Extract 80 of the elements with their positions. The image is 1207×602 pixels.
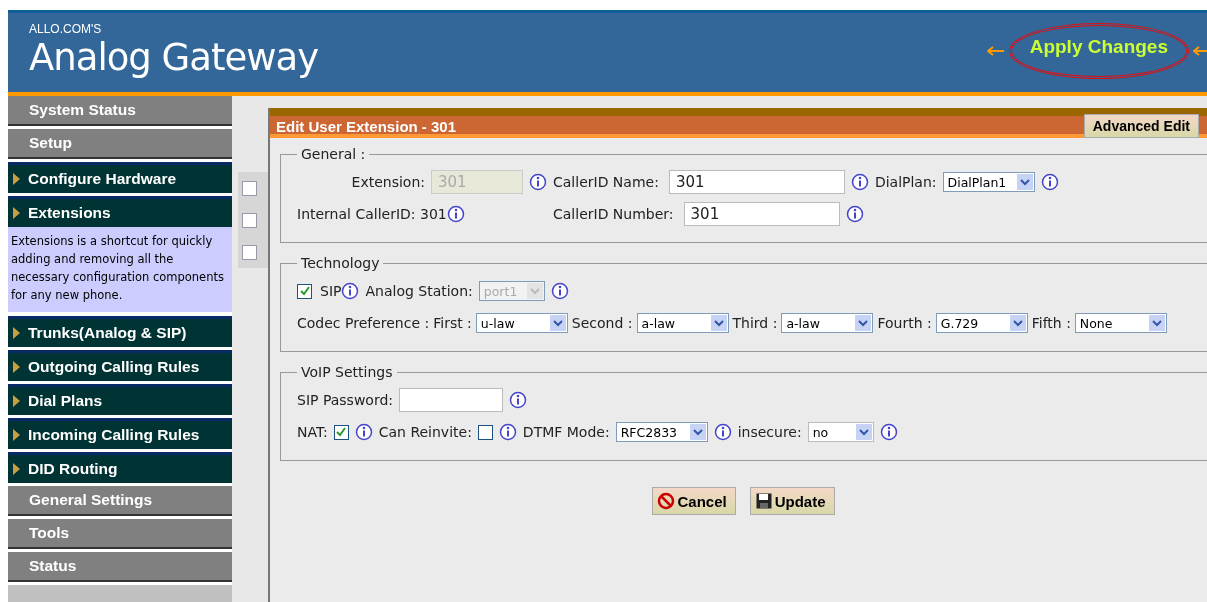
- info-icon[interactable]: [879, 423, 898, 441]
- sidebar-item[interactable]: Tools: [8, 519, 232, 549]
- fieldset-legend: VoIP Settings: [297, 364, 397, 380]
- info-icon[interactable]: [713, 423, 732, 441]
- codec-preference-label: Codec Preference :: [297, 315, 430, 331]
- codec-select[interactable]: u-law: [475, 313, 568, 333]
- row-checkbox[interactable]: [242, 180, 257, 196]
- sidebar-item[interactable]: Configure Hardware: [8, 162, 232, 193]
- app-title: Analog Gateway: [29, 36, 319, 80]
- info-icon[interactable]: [354, 423, 373, 441]
- codec-label: Fourth :: [877, 315, 932, 331]
- sidebar-item[interactable]: DID Routing: [8, 452, 232, 483]
- fieldset-legend: Technology: [297, 255, 384, 271]
- codec-select[interactable]: G.729: [935, 313, 1028, 333]
- reinvite-checkbox[interactable]: [477, 424, 493, 440]
- info-icon[interactable]: [550, 282, 569, 300]
- codec-select[interactable]: a-law: [636, 313, 729, 333]
- field-label: SIP Password:: [297, 392, 394, 408]
- row-checkbox[interactable]: [242, 212, 257, 228]
- codec-select[interactable]: a-law: [781, 313, 874, 333]
- nat-checkbox[interactable]: [333, 424, 349, 440]
- cancel-button[interactable]: Cancel: [652, 487, 736, 515]
- callerid-number-field[interactable]: 301: [683, 202, 840, 226]
- sidebar-item[interactable]: Setup: [8, 129, 232, 159]
- codec-select[interactable]: None: [1074, 313, 1167, 333]
- field-label: CallerID Number:: [553, 206, 674, 222]
- brand-tagline: ALLO.COM'S: [29, 23, 103, 36]
- field-label: DialPlan:: [874, 174, 937, 190]
- triangle-icon: [13, 207, 20, 219]
- dialog-title: Edit User Extension - 301: [276, 116, 457, 135]
- internal-callerid-text: Internal CallerID: 301: [297, 206, 447, 222]
- arrow-icon: [1193, 46, 1207, 56]
- triangle-icon: [13, 395, 20, 407]
- apply-changes-link[interactable]: Apply Changes: [1029, 36, 1168, 57]
- info-icon[interactable]: [341, 282, 360, 300]
- info-icon[interactable]: [845, 205, 864, 223]
- field-label: insecure:: [737, 424, 802, 440]
- field-label: NAT:: [297, 424, 328, 440]
- triangle-icon: [13, 463, 20, 475]
- advanced-edit-button[interactable]: Advanced Edit: [1083, 114, 1199, 138]
- triangle-icon: [13, 361, 20, 373]
- dtmf-mode-select[interactable]: RFC2833: [615, 422, 708, 442]
- sidebar-item[interactable]: Dial Plans: [8, 384, 232, 415]
- fieldset-legend: General :: [297, 146, 370, 162]
- field-label: Analog Station:: [365, 283, 473, 299]
- dialplan-select[interactable]: DialPlan1: [942, 172, 1035, 192]
- info-icon[interactable]: [498, 423, 517, 441]
- info-icon[interactable]: [509, 391, 528, 409]
- triangle-icon: [13, 327, 20, 339]
- no-entry-icon: [657, 492, 676, 510]
- field-label: Can Reinvite:: [378, 424, 472, 440]
- section-description: Extensions is a shortcut for quickly adding and removing all the necessary configuration components for any new phone.: [8, 227, 232, 312]
- update-button[interactable]: Update: [749, 487, 835, 515]
- info-icon[interactable]: [529, 173, 547, 191]
- row-checkbox[interactable]: [242, 244, 257, 260]
- info-icon[interactable]: [1040, 173, 1059, 191]
- field-label: SIP: [320, 283, 342, 299]
- field-label: Extension:: [351, 174, 425, 190]
- sip-checkbox[interactable]: [297, 283, 312, 299]
- codec-label: Third :: [732, 315, 778, 331]
- field-label: CallerID Name:: [553, 174, 659, 190]
- triangle-icon: [13, 173, 20, 185]
- field-label: DTMF Mode:: [522, 424, 610, 440]
- codec-label: Fifth :: [1031, 315, 1071, 331]
- sidebar-item[interactable]: Status: [8, 552, 232, 582]
- sidebar-item[interactable]: General Settings: [8, 486, 232, 516]
- info-icon[interactable]: [446, 205, 465, 223]
- arrow-icon: [986, 46, 1005, 56]
- triangle-icon: [13, 429, 20, 441]
- info-icon[interactable]: [850, 173, 869, 191]
- codec-label: First :: [433, 315, 472, 331]
- sidebar-item[interactable]: Extensions: [8, 196, 232, 227]
- sidebar-item[interactable]: Outgoing Calling Rules: [8, 350, 232, 381]
- insecure-select[interactable]: no: [807, 422, 874, 442]
- sidebar-item[interactable]: Incoming Calling Rules: [8, 418, 232, 449]
- callerid-name-field[interactable]: 301: [668, 170, 845, 194]
- codec-label: Second :: [571, 315, 633, 331]
- sip-password-field[interactable]: [399, 388, 504, 412]
- sidebar-item[interactable]: System Status: [8, 96, 232, 126]
- sidebar-item[interactable]: Trunks(Analog & SIP): [8, 316, 232, 347]
